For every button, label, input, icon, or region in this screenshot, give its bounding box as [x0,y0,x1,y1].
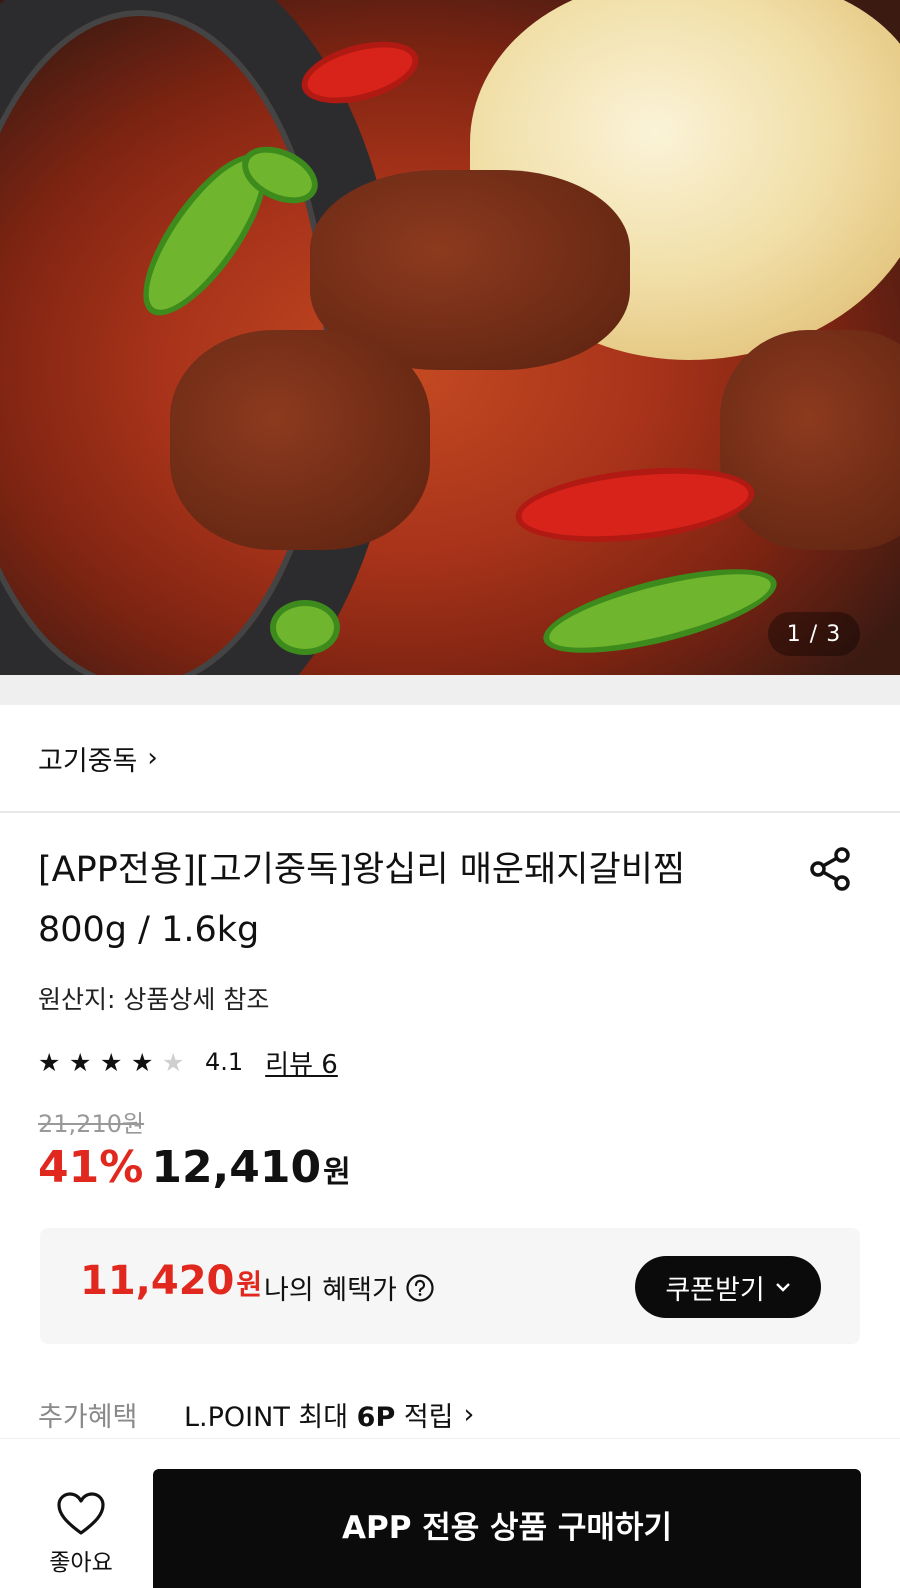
product-title: [APP전용][고기중독]왕십리 매운돼지갈비찜 800g / 1.6kg [38,850,686,950]
star-icon: ★ [131,1047,154,1077]
green-pepper-shape [270,600,340,655]
image-counter: 1 / 3 [768,612,860,656]
benefit-label-row: 나의 혜택가 [264,1268,435,1307]
like-button[interactable]: 좋아요 [44,1491,118,1577]
star-icon: ★ [69,1047,92,1077]
rating-stars: ★ ★ ★ ★ ★ [38,1048,193,1077]
buy-button[interactable]: APP 전용 상품 구매하기 [153,1469,861,1588]
brand-link[interactable]: 고기중독 › [0,705,900,813]
sale-price-unit: 원 [323,1155,351,1190]
section-divider [0,675,900,705]
question-circle-icon[interactable] [405,1273,435,1303]
rating-value: 4.1 [205,1048,244,1076]
green-pepper-shape [536,551,784,671]
coupon-button-label: 쿠폰받기 [665,1274,765,1306]
origin-info: 원산지: 상품상세 참조 [38,985,270,1014]
price-row: 41% 12,410 원 [38,1142,351,1193]
star-empty-icon: ★ [162,1047,185,1077]
star-icon: ★ [100,1047,123,1077]
like-label: 좋아요 [49,1550,113,1576]
meat-shape [170,330,430,550]
extra-benefit-label: 추가혜택 [38,1402,138,1433]
red-pepper-shape [511,457,759,553]
chevron-down-icon [775,1283,790,1292]
benefit-label: 나의 혜택가 [264,1275,397,1306]
bottom-action-bar: 좋아요 APP 전용 상품 구매하기 [0,1438,900,1588]
sale-price: 12,410 [151,1142,322,1193]
chevron-right-icon: › [463,1399,475,1430]
heart-outline-icon [57,1492,105,1535]
discount-rate: 41% [38,1142,144,1193]
original-price: 21,210원 [38,1110,145,1138]
lpoint-amount: 6P [356,1402,396,1433]
lpoint-suffix: 적립 [395,1402,454,1433]
benefit-price-box: 11,420 원 나의 혜택가 쿠폰받기 [40,1228,860,1344]
share-icon[interactable] [808,846,854,892]
brand-name: 고기중독 [38,745,138,777]
star-icon: ★ [38,1047,61,1077]
benefit-price-value: 11,420 [80,1258,235,1304]
product-image-carousel[interactable]: 1 / 3 [0,0,900,675]
extra-benefit-row[interactable]: 추가혜택 L.POINT 최대 6P 적립 › [38,1395,474,1434]
benefit-price-unit: 원 [236,1268,263,1301]
chevron-right-icon: › [147,743,158,773]
coupon-button[interactable]: 쿠폰받기 [635,1256,821,1318]
benefit-price: 11,420 원 [80,1258,262,1304]
review-link[interactable]: 리뷰 6 [265,1044,338,1081]
lpoint-prefix: L.POINT 최대 [184,1402,357,1433]
extra-benefit-text: L.POINT 최대 6P 적립 [184,1395,454,1434]
meat-shape [720,330,900,550]
rating-row: ★ ★ ★ ★ ★ 4.1 리뷰 6 [38,1043,338,1081]
